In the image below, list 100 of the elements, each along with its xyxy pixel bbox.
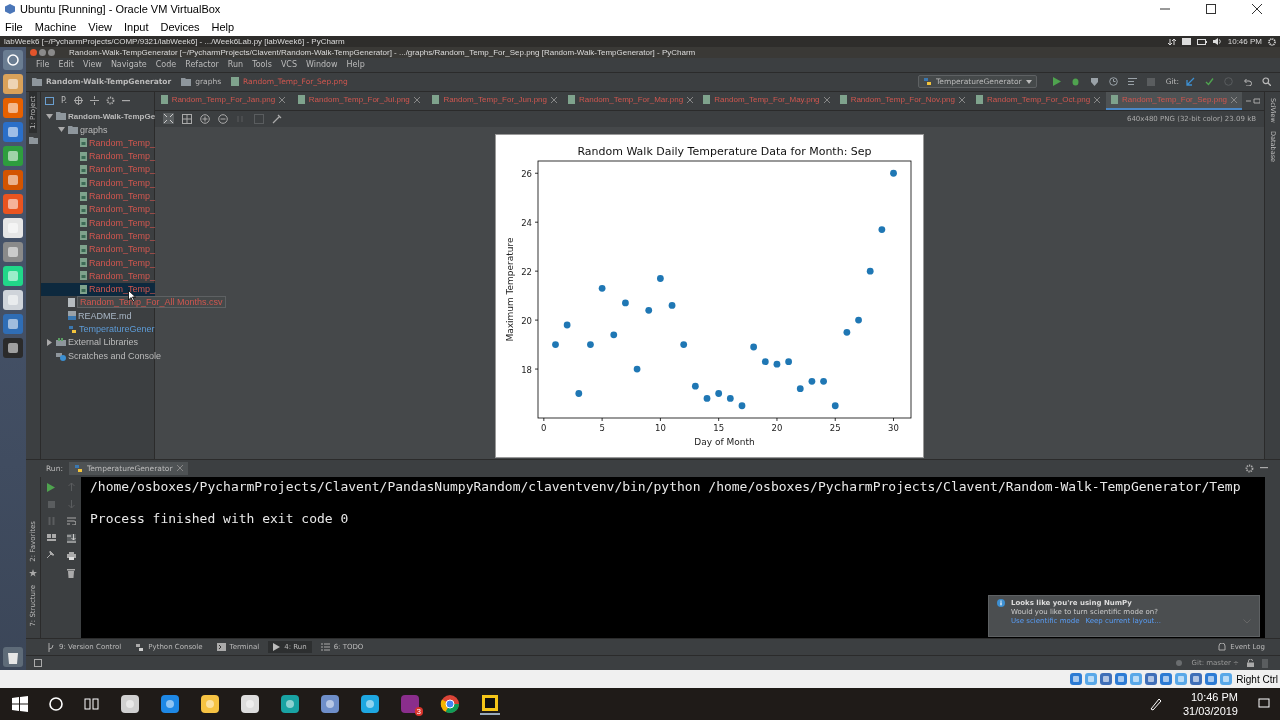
expand-arrow-icon[interactable] — [46, 112, 53, 120]
trash-icon[interactable] — [67, 568, 75, 578]
bug-icon[interactable] — [1070, 77, 1080, 87]
tree-label: graphs — [80, 124, 108, 135]
zoom-out-icon[interactable] — [218, 113, 228, 124]
gear-icon[interactable] — [1245, 463, 1254, 473]
star-icon[interactable] — [29, 569, 37, 578]
windows-logo-icon[interactable] — [12, 696, 28, 712]
close-icon[interactable] — [687, 96, 694, 103]
printer-icon[interactable] — [66, 551, 76, 560]
play-icon[interactable] — [47, 482, 55, 492]
grid-icon[interactable] — [182, 113, 192, 124]
close-icon[interactable] — [959, 96, 965, 103]
notification-icon[interactable] — [1258, 698, 1270, 710]
pin-icon[interactable] — [47, 549, 55, 558]
close-icon[interactable] — [1231, 96, 1238, 103]
menu-item[interactable]: File — [36, 60, 50, 70]
target-icon[interactable] — [74, 96, 84, 106]
chrome-icon[interactable] — [440, 694, 460, 714]
menu-item[interactable]: File — [5, 21, 23, 33]
menu-item[interactable]: Edit — [58, 60, 74, 70]
close-icon[interactable] — [413, 96, 420, 103]
close-button[interactable] — [1252, 4, 1262, 14]
menu-item[interactable]: Run — [227, 60, 244, 70]
app-icon[interactable]: 3 — [400, 694, 420, 714]
minimize-icon[interactable] — [1260, 467, 1268, 470]
menu-item[interactable]: View — [82, 60, 102, 70]
task-view-icon[interactable] — [84, 696, 100, 712]
menu-item[interactable]: Help — [346, 60, 365, 70]
battery-icon[interactable] — [1196, 38, 1207, 45]
menu-item[interactable]: Navigate — [110, 60, 147, 70]
tree-row[interactable]: External Libraries — [41, 335, 154, 349]
menu-item[interactable]: Devices — [160, 21, 200, 33]
arrow-icon[interactable] — [1186, 77, 1195, 87]
search-icon[interactable] — [48, 696, 64, 712]
zoom-in-icon[interactable] — [200, 113, 210, 124]
minimize-icon[interactable] — [122, 99, 131, 102]
trash-icon[interactable] — [3, 647, 23, 667]
menu-item[interactable]: Input — [123, 21, 149, 33]
close-icon[interactable] — [551, 96, 557, 103]
data-point — [773, 360, 781, 368]
menu-item[interactable]: Window — [306, 60, 338, 70]
play-icon[interactable] — [1051, 77, 1061, 87]
tree-label: Random-Walk-TempGe — [68, 111, 156, 121]
image-file-icon — [80, 151, 87, 161]
tab-list-icon[interactable] — [1246, 97, 1260, 104]
close-icon[interactable] — [279, 96, 286, 103]
close-icon[interactable] — [176, 465, 183, 472]
data-point — [680, 340, 688, 348]
menu-item[interactable]: Machine — [34, 21, 77, 33]
menu-item[interactable]: VCS — [280, 60, 297, 70]
scroll-to-end-icon[interactable] — [66, 533, 76, 543]
data-point — [843, 328, 851, 336]
tree-label: Random_Temp_ — [89, 137, 156, 148]
data-point — [598, 284, 606, 292]
eyedropper-icon[interactable] — [272, 113, 282, 124]
expand-arrow-icon[interactable] — [46, 338, 53, 346]
fit-icon[interactable] — [163, 113, 174, 125]
tree-row[interactable]: graphs — [41, 122, 154, 137]
collapse-icon[interactable] — [90, 96, 100, 106]
list-icon[interactable] — [1127, 77, 1137, 87]
shield-icon[interactable] — [1089, 77, 1099, 87]
close-icon[interactable] — [1094, 96, 1101, 103]
tree-label: Random_Temp_ — [89, 284, 156, 295]
clock[interactable]: 10:46 PM — [1227, 37, 1262, 46]
data-point — [633, 365, 641, 373]
maximize-button[interactable] — [1206, 4, 1216, 14]
close-icon[interactable] — [823, 96, 830, 103]
layout-icon[interactable] — [46, 533, 56, 541]
data-point — [657, 274, 664, 282]
wrap-icon[interactable] — [66, 516, 76, 525]
image-file-icon — [839, 95, 847, 105]
gear-icon[interactable] — [106, 96, 116, 106]
menu-item[interactable]: Help — [211, 21, 235, 33]
tree-row[interactable]: Scratches and Console — [41, 349, 162, 363]
menu-item[interactable]: Refactor — [185, 60, 219, 70]
menu-item[interactable]: Tools — [252, 60, 272, 70]
expand-arrow-icon[interactable] — [58, 126, 65, 134]
menu-item[interactable]: Code — [155, 60, 177, 70]
lock-icon[interactable] — [1247, 659, 1254, 668]
data-point — [552, 340, 559, 348]
tick-label: 15 — [713, 422, 725, 433]
tree-row[interactable]: Random-Walk-TempGe — [41, 109, 156, 123]
window-title: Random-Walk-TempGenerator [~/PycharmProjects/Clavent/Random-Walk-TempGenerator] - .../graphs/Random_Temp_For_Sep.png [Random-Walk-TempGenerator] - PyCharm — [69, 47, 696, 57]
minimize-button[interactable] — [39, 48, 46, 56]
image-file-icon — [568, 95, 576, 105]
clock[interactable]: 10:46 PM 31/03/2019 — [1182, 690, 1238, 718]
image-file-icon — [976, 95, 984, 105]
checkmark-icon[interactable] — [1205, 77, 1214, 87]
dash-icon[interactable] — [3, 50, 23, 70]
tree-row[interactable]: TemperatureGener — [41, 322, 155, 336]
pycharm-icon[interactable] — [480, 693, 500, 715]
volume-icon[interactable] — [1212, 38, 1222, 45]
view-selector[interactable]: P. — [61, 96, 68, 106]
undo-icon[interactable] — [1243, 77, 1252, 87]
square-icon[interactable] — [34, 659, 42, 668]
tree-row[interactable]: README.md — [41, 309, 154, 323]
menu-item[interactable]: View — [88, 21, 112, 33]
tree-row[interactable]: Random_Temp_ — [41, 282, 156, 296]
data-point — [761, 357, 769, 365]
